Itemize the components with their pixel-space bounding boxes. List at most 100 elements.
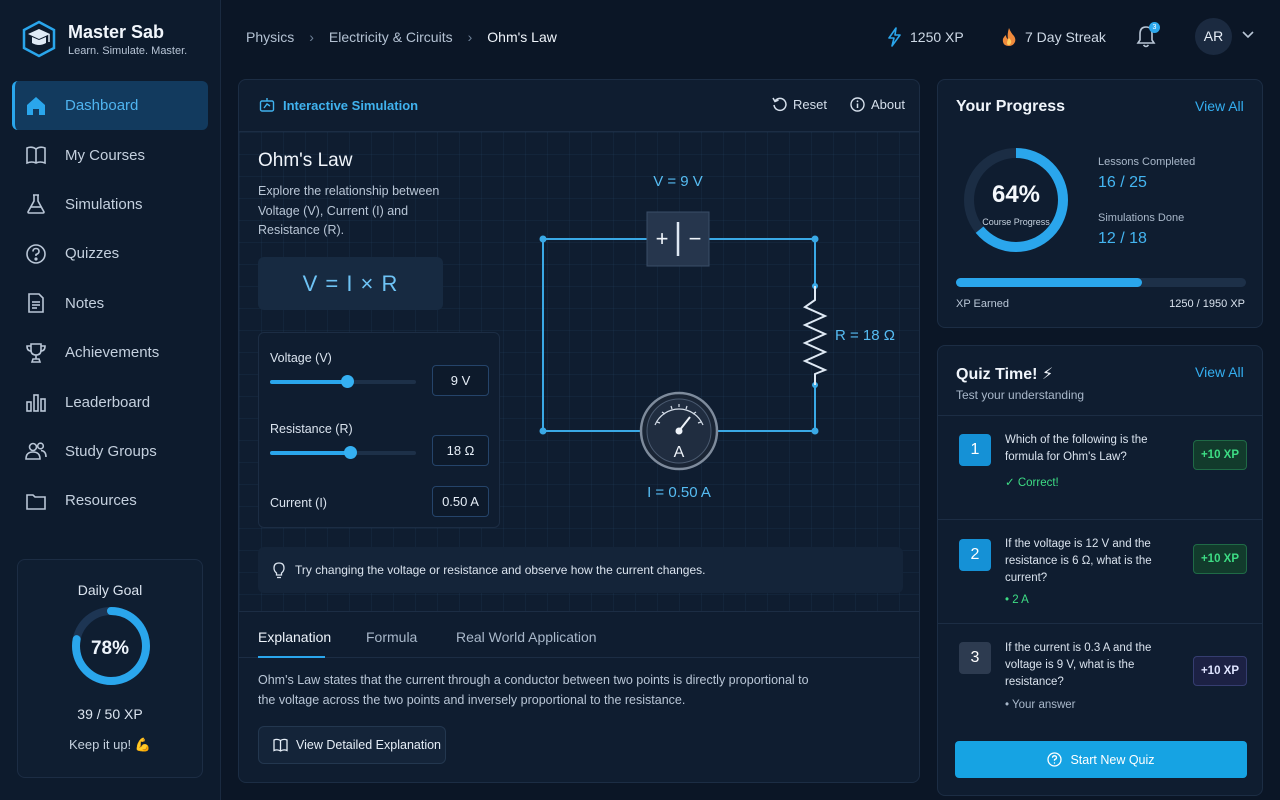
sidebar-item-label: Simulations — [65, 195, 143, 213]
question-status: • Your answer — [1005, 699, 1076, 711]
breadcrumb-current: Ohm's Law — [487, 29, 557, 45]
folder-icon — [24, 489, 48, 513]
sidebar-item-label: Leaderboard — [65, 393, 151, 411]
sidebar-item-notes[interactable]: Notes — [12, 279, 208, 328]
quiz-title: Quiz Time! ⚡ — [956, 366, 1054, 383]
fire-icon — [1002, 28, 1016, 46]
sidebar-item-simulations[interactable]: Simulations — [12, 180, 208, 229]
trophy-icon — [24, 341, 48, 365]
home-icon — [24, 94, 48, 118]
lightbulb-icon — [273, 561, 285, 578]
voltage-value[interactable]: 9 V — [432, 365, 489, 396]
book-icon — [24, 143, 48, 167]
question-number: 3 — [959, 642, 991, 674]
sidebar-nav: Dashboard My Courses Simulations Quizzes… — [12, 81, 208, 526]
info-icon — [850, 97, 865, 112]
resistance-slider-fill — [270, 451, 351, 455]
reset-button[interactable]: Reset — [772, 97, 827, 112]
question-text: If the voltage is 12 V and the resistanc… — [1005, 538, 1152, 584]
question-circle-icon — [1047, 752, 1063, 767]
notification-badge: 3 — [1149, 22, 1160, 33]
chevron-right-icon: › — [467, 29, 473, 45]
battery-icon: + − — [646, 211, 710, 267]
sidebar-item-achievements[interactable]: Achievements — [12, 328, 208, 377]
sidebar-item-label: Study Groups — [65, 442, 157, 460]
avatar[interactable]: AR — [1195, 18, 1232, 55]
sidebar-item-study-groups[interactable]: Study Groups — [12, 427, 208, 476]
start-new-quiz-label: Start New Quiz — [1070, 752, 1155, 767]
voltage-label: Voltage (V) — [270, 351, 332, 365]
current-label: Current (I) — [270, 496, 327, 510]
question-number: 2 — [959, 539, 991, 571]
question-number: 1 — [959, 434, 991, 466]
quiz-subtitle: Test your understanding — [956, 388, 1085, 402]
sidebar-item-label: Dashboard — [65, 97, 139, 115]
start-new-quiz-button[interactable]: Start New Quiz — [955, 741, 1247, 778]
tab-real-world-application[interactable]: Real World Application — [456, 629, 597, 645]
resistance-slider[interactable] — [270, 446, 416, 459]
xp-earned-label: XP Earned — [956, 298, 1010, 310]
question-status: • 2 A — [1005, 594, 1029, 606]
users-icon — [24, 439, 48, 463]
breadcrumb-electricity[interactable]: Electricity & Circuits — [329, 29, 453, 45]
lessons-completed-label: Lessons Completed — [1098, 156, 1196, 168]
simulations-done-label: Simulations Done — [1098, 212, 1185, 224]
question-xp-badge: +10 XP — [1193, 544, 1247, 574]
reset-icon — [772, 97, 787, 112]
question-text: If the current is 0.3 A and the voltage … — [1005, 642, 1152, 688]
chevron-down-icon[interactable] — [1242, 31, 1254, 39]
sidebar-item-label: Resources — [65, 492, 137, 510]
lessons-completed-value: 16 / 25 — [1098, 174, 1147, 191]
flask-icon — [24, 192, 48, 216]
circuit-voltage-label: V = 9 V — [653, 173, 703, 190]
resistance-slider-handle[interactable] — [344, 446, 358, 459]
simulation-label-text: Interactive Simulation — [283, 97, 419, 113]
brand-tagline: Learn. Simulate. Master. — [68, 45, 188, 57]
view-detailed-explanation-button[interactable]: View Detailed Explanation — [258, 726, 446, 764]
sidebar-item-label: Notes — [65, 294, 105, 312]
quiz-question-3[interactable]: 3 If the current is 0.3 A and the voltag… — [938, 623, 1262, 731]
xp-progress-fill — [956, 278, 1142, 287]
daily-goal-xp: 39 / 50 XP — [77, 706, 143, 722]
brand[interactable]: Master Sab Learn. Simulate. Master. — [22, 20, 187, 58]
daily-goal-message: Keep it up! 💪 — [69, 737, 151, 752]
sidebar-item-resources[interactable]: Resources — [12, 476, 208, 525]
notes-icon — [24, 291, 48, 315]
sidebar-item-dashboard[interactable]: Dashboard — [12, 81, 208, 131]
sidebar-item-quizzes[interactable]: Quizzes — [12, 229, 208, 278]
reset-label: Reset — [793, 97, 827, 112]
sidebar-item-label: Quizzes — [65, 245, 120, 263]
xp-stat: 1250 XP — [887, 27, 964, 47]
explanation-text: Ohm's Law states that the current throug… — [258, 673, 809, 707]
resistance-value[interactable]: 18 Ω — [432, 435, 489, 466]
xp-earned-value: 1250 / 1950 XP — [1169, 298, 1245, 310]
question-xp-badge: +10 XP — [1193, 656, 1247, 686]
xp-total: 1250 XP — [910, 29, 964, 45]
quiz-question-2[interactable]: 2 If the voltage is 12 V and the resista… — [938, 519, 1262, 623]
progress-view-all-link[interactable]: View All — [1195, 98, 1244, 114]
svg-text:−: − — [689, 226, 702, 251]
sidebar-item-label: My Courses — [65, 146, 146, 164]
brand-name: Master Sab — [68, 22, 165, 42]
law-title: Ohm's Law — [258, 150, 353, 171]
tab-formula[interactable]: Formula — [366, 629, 417, 645]
voltage-slider-handle[interactable] — [341, 375, 355, 388]
tab-explanation[interactable]: Explanation — [258, 629, 331, 645]
law-description: Explore the relationship between Voltage… — [258, 184, 440, 237]
sidebar-item-leaderboard[interactable]: Leaderboard — [12, 377, 208, 426]
sidebar-item-my-courses[interactable]: My Courses — [12, 130, 208, 179]
quiz-question-1[interactable]: 1 Which of the following is the formula … — [938, 415, 1262, 519]
voltage-slider[interactable] — [270, 375, 416, 388]
quiz-card: Quiz Time! ⚡ View All Test your understa… — [937, 345, 1263, 796]
about-button[interactable]: About — [850, 97, 905, 112]
hint-banner: Try changing the voltage or resistance a… — [258, 547, 903, 593]
xp-progress-bar — [956, 278, 1246, 287]
tab-bar: Explanation Formula Real World Applicati… — [239, 611, 919, 658]
simulations-done-value: 12 / 18 — [1098, 230, 1147, 247]
circuit-current-label: I = 0.50 A — [647, 484, 711, 501]
progress-card: Your Progress View All 64% Course Progre… — [937, 79, 1263, 328]
quiz-view-all-link[interactable]: View All — [1195, 364, 1244, 380]
breadcrumb-physics[interactable]: Physics — [246, 29, 294, 45]
question-xp-badge: +10 XP — [1193, 440, 1247, 470]
course-progress-percent: 64% — [991, 181, 1041, 208]
